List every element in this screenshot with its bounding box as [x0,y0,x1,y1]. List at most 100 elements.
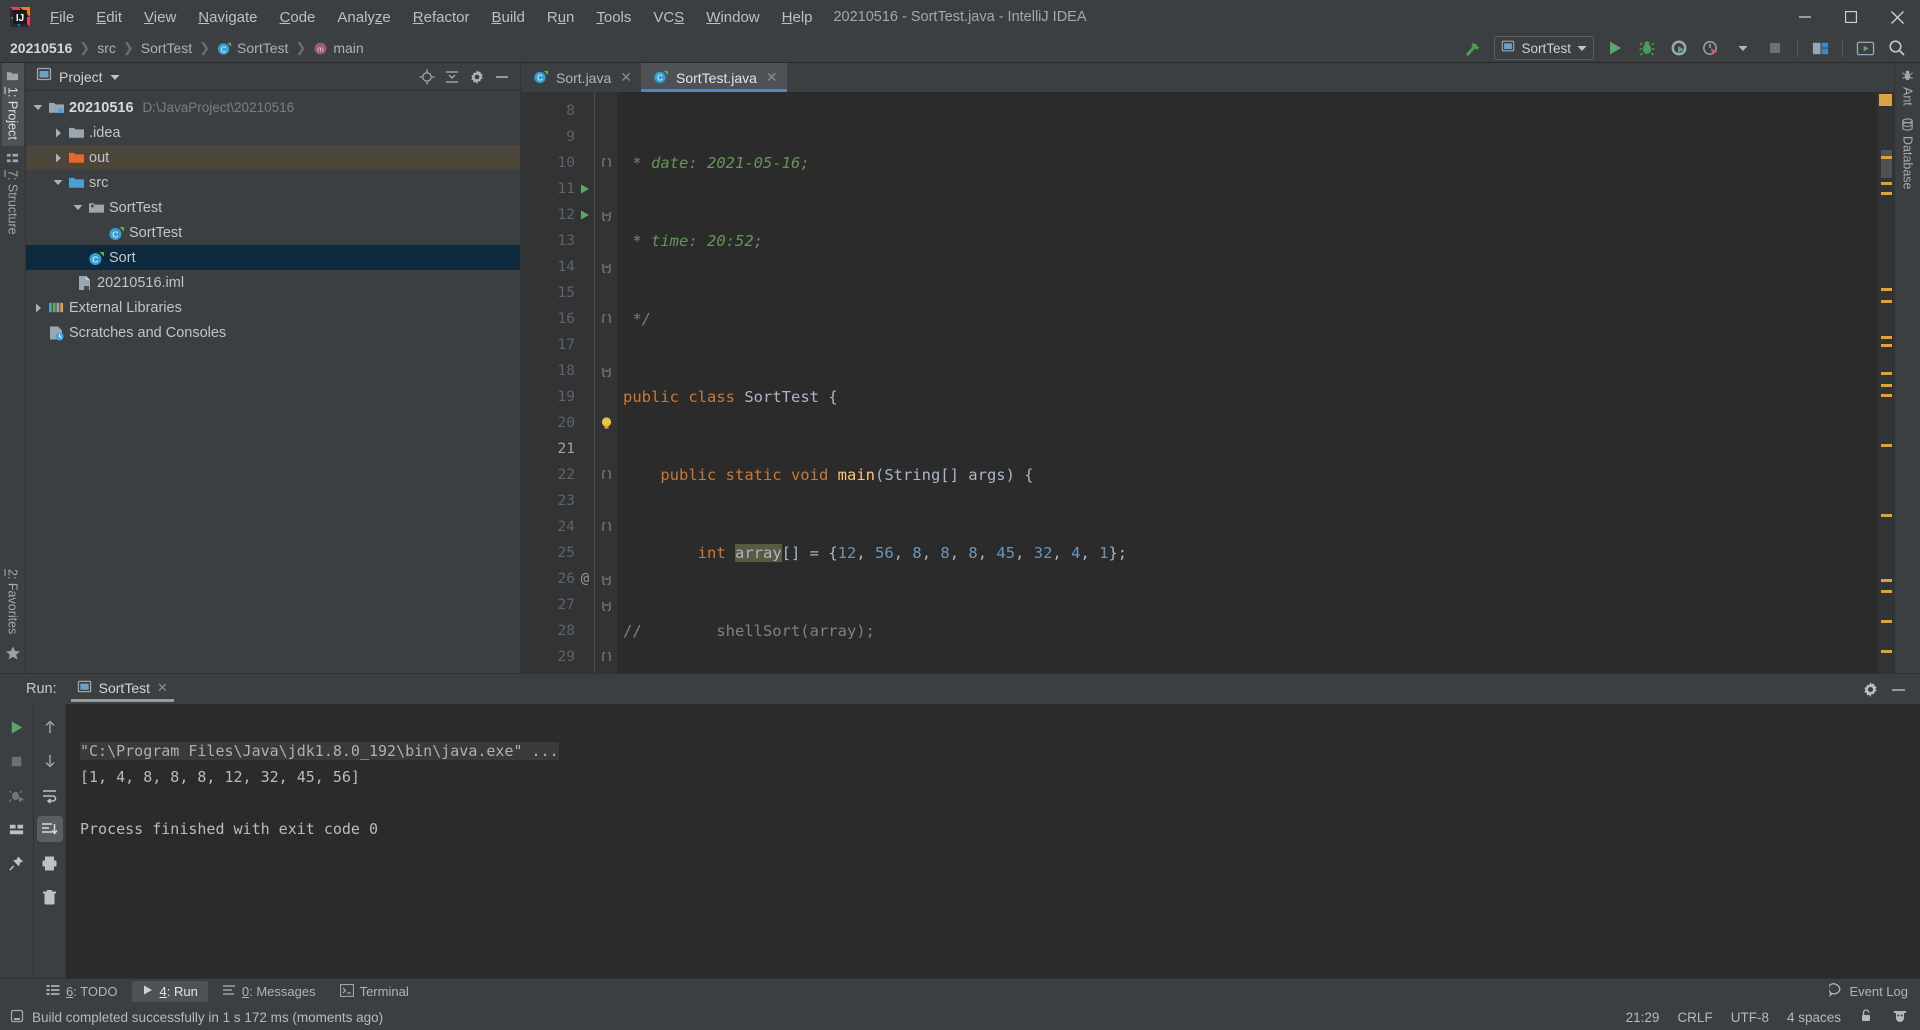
editor-tab-sort-java[interactable]: C Sort.java ✕ [521,63,641,92]
menu-run[interactable]: Run [536,6,586,29]
breadcrumb-item-package[interactable]: SortTest [141,40,192,56]
tree-row-iml-file[interactable]: 20210516.iml [26,270,520,295]
editor-marker-bar[interactable] [1877,92,1894,673]
menu-build[interactable]: Build [480,6,535,29]
hide-run-panel-button[interactable] [1886,678,1910,700]
tree-row-class-sort[interactable]: C Sort [26,245,520,270]
tree-row-scratches[interactable]: Scratches and Consoles [26,320,520,345]
run-class-gutter-icon[interactable] [575,183,595,195]
debug-attach-button[interactable] [4,782,30,808]
previous-occurrence-button[interactable] [37,714,63,740]
tool-window-button-todo[interactable]: 6: TODO [36,981,128,1003]
maximize-button[interactable] [1828,0,1874,34]
hector-icon[interactable] [1892,1008,1908,1026]
inspection-status-marker[interactable] [1879,94,1892,106]
print-button[interactable] [37,850,63,876]
run-configuration-selector[interactable]: SortTest [1494,36,1594,60]
warning-marker[interactable] [1881,192,1892,195]
stop-button[interactable] [1760,36,1790,61]
stop-process-button[interactable] [4,748,30,774]
console-output[interactable]: "C:\Program Files\Java\jdk1.8.0_192\bin\… [66,704,1920,978]
run-panel-tab[interactable]: SortTest ✕ [70,676,175,702]
tree-row-package-sorttest[interactable]: SortTest [26,195,520,220]
chevron-down-icon[interactable] [70,204,86,211]
tool-window-button-database[interactable]: Database [1897,112,1919,196]
layout-settings-button[interactable] [4,816,30,842]
caret-position[interactable]: 21:29 [1626,1010,1660,1025]
close-button[interactable] [1874,0,1920,34]
warning-marker[interactable] [1881,384,1892,387]
build-project-button[interactable] [1458,36,1488,61]
chevron-down-icon[interactable] [30,104,46,111]
line-separator[interactable]: CRLF [1677,1010,1712,1025]
file-encoding[interactable]: UTF-8 [1731,1010,1769,1025]
warning-marker[interactable] [1881,579,1892,582]
close-icon[interactable]: ✕ [157,680,168,696]
close-icon[interactable]: ✕ [620,69,632,86]
run-method-gutter-icon[interactable] [575,209,595,221]
soft-wrap-button[interactable] [37,782,63,808]
tree-row-project-root[interactable]: 20210516 D:\JavaProject\20210516 [26,95,520,120]
profiler-button[interactable] [1696,36,1726,61]
warning-marker[interactable] [1881,650,1892,653]
tool-window-button-run[interactable]: 4: Run [131,981,208,1002]
tree-row-external-libraries[interactable]: External Libraries [26,295,520,320]
warning-marker[interactable] [1881,344,1892,347]
menu-edit[interactable]: Edit [85,6,133,29]
chevron-right-icon[interactable] [30,303,46,313]
menu-code[interactable]: Code [269,6,327,29]
warning-marker[interactable] [1881,372,1892,375]
scroll-to-end-button[interactable] [36,816,63,842]
fold-start-icon[interactable] [595,574,617,585]
breadcrumb-item-src[interactable]: src [97,40,116,56]
warning-marker[interactable] [1881,620,1892,623]
warning-marker[interactable] [1881,590,1892,593]
menu-file[interactable]: File [39,6,85,29]
run-with-coverage-button[interactable] [1664,36,1694,61]
minimize-button[interactable] [1782,0,1828,34]
scrollbar-thumb[interactable] [1881,150,1892,178]
menu-refactor[interactable]: Refactor [402,6,481,29]
fold-start-icon[interactable] [595,600,617,611]
chevron-down-icon[interactable] [110,68,120,86]
collapse-all-button[interactable] [440,66,464,88]
warning-marker[interactable] [1881,444,1892,447]
indent-setting[interactable]: 4 spaces [1787,1010,1841,1025]
menu-view[interactable]: View [133,6,187,29]
next-occurrence-button[interactable] [37,748,63,774]
clear-all-button[interactable] [37,884,63,910]
tree-row-idea[interactable]: .idea [26,120,520,145]
code-text-area[interactable]: * date: 2021-05-16; * time: 20:52; */ pu… [617,92,1877,673]
scroll-from-source-button[interactable] [415,66,439,88]
updates-button[interactable] [1850,36,1880,61]
warning-marker[interactable] [1881,336,1892,339]
chevron-right-icon[interactable] [50,153,66,163]
warning-marker[interactable] [1881,394,1892,397]
tool-window-button-messages[interactable]: 0: Messages [212,981,326,1002]
tool-window-button-structure[interactable]: 7: Structure [2,146,24,241]
breadcrumb-item-class[interactable]: C SortTest [217,40,288,56]
editor-tab-sorttest-java[interactable]: C SortTest.java ✕ [640,63,787,92]
menu-tools[interactable]: Tools [585,6,642,29]
menu-help[interactable]: Help [771,6,824,29]
project-settings-button[interactable] [465,66,489,88]
tree-row-class-sorttest[interactable]: C SortTest [26,220,520,245]
menu-vcs[interactable]: VCS [642,6,695,29]
debug-button[interactable] [1632,36,1662,61]
run-button[interactable] [1600,36,1630,61]
tree-row-out[interactable]: out [26,145,520,170]
warning-marker[interactable] [1881,514,1892,517]
tree-row-src[interactable]: src [26,170,520,195]
fold-end-icon[interactable] [595,521,617,533]
hide-panel-button[interactable] [490,66,514,88]
run-settings-button[interactable] [1858,678,1882,700]
fold-start-icon[interactable] [595,262,617,273]
pin-tab-button[interactable] [4,850,30,876]
fold-start-icon[interactable] [595,366,617,377]
search-everywhere-button[interactable] [1882,36,1912,61]
editor-gutter[interactable]: 8 9 10 11 12 13 14 15 16 17 18 19 20 21 … [521,92,617,673]
warning-marker[interactable] [1881,288,1892,291]
project-structure-button[interactable] [1805,36,1835,61]
fold-end-icon[interactable] [595,313,617,325]
toolbar-dropdown-button[interactable] [1728,36,1758,61]
